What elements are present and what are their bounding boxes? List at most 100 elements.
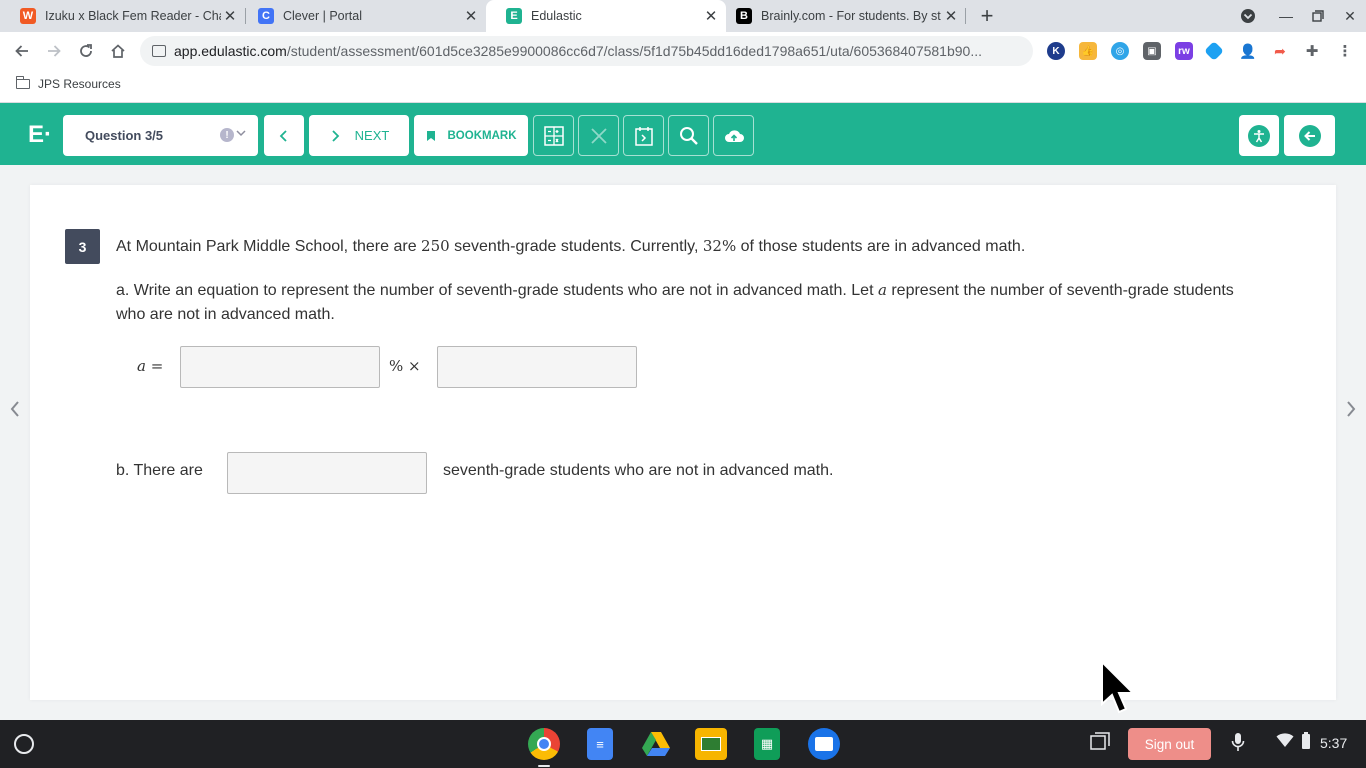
sign-out-button[interactable]: Sign out xyxy=(1128,728,1211,760)
extensions-puzzle-icon[interactable]: ✚ xyxy=(1303,42,1321,60)
bookmark-jps-resources[interactable]: JPS Resources xyxy=(15,76,121,91)
page-info-icon[interactable] xyxy=(152,45,166,57)
close-tab-icon[interactable]: ✕ xyxy=(942,7,960,25)
tab-title: Edulastic xyxy=(531,9,582,23)
edulastic-favicon-icon: E xyxy=(506,8,522,24)
tab-title: Clever | Portal xyxy=(283,9,362,23)
previous-question-arrow-icon[interactable] xyxy=(5,398,25,424)
edulastic-logo: E· xyxy=(28,121,52,148)
question-card: 3 At Mountain Park Middle School, there … xyxy=(30,185,1336,700)
next-question-arrow-icon[interactable] xyxy=(1341,398,1361,424)
previous-button[interactable] xyxy=(264,115,304,156)
question-selector[interactable]: Question 3/5 ! xyxy=(63,115,258,156)
stem-number: 250 xyxy=(421,237,450,255)
wifi-icon xyxy=(1276,732,1294,751)
part-b-text: seventh-grade students who are not in ad… xyxy=(443,462,834,479)
tab-clever[interactable]: C Clever | Portal ✕ xyxy=(238,0,486,32)
exit-button[interactable] xyxy=(1284,115,1335,156)
os-shelf: ≡ ▦ Sign out 5:37 xyxy=(0,720,1366,768)
bookmark-label: BOOKMARK xyxy=(447,129,517,142)
clock[interactable]: 5:37 xyxy=(1320,735,1347,751)
part-b-label: b. There are xyxy=(116,462,203,479)
extension-screen-icon[interactable]: ▣ xyxy=(1143,42,1161,60)
browser-menu-icon[interactable]: ⋮ xyxy=(1336,42,1354,60)
bookmark-icon xyxy=(426,130,435,141)
sheets-app-icon[interactable]: ▦ xyxy=(754,728,780,760)
battery-icon xyxy=(1301,732,1311,753)
scratchpad-button[interactable] xyxy=(623,115,664,156)
close-tab-icon[interactable]: ✕ xyxy=(462,7,480,25)
next-label: NEXT xyxy=(354,128,390,143)
calculator-button[interactable] xyxy=(533,115,574,156)
extension-person-icon[interactable]: 👤 xyxy=(1239,42,1257,60)
forward-icon[interactable] xyxy=(42,39,66,63)
stem-text: of those students are in advanced math. xyxy=(736,238,1026,255)
browser-tab-strip: W Izuku x Black Fem Reader - Chap ✕ C Cl… xyxy=(0,0,1366,32)
back-icon[interactable] xyxy=(10,39,34,63)
tab-izuku[interactable]: W Izuku x Black Fem Reader - Chap ✕ xyxy=(0,0,245,32)
close-tab-icon[interactable]: ✕ xyxy=(221,7,239,25)
drive-app-icon[interactable] xyxy=(640,728,672,760)
question-selector-label: Question 3/5 xyxy=(85,128,164,143)
part-a-text: a. Write an equation to represent the nu… xyxy=(116,282,878,299)
launcher-icon[interactable] xyxy=(14,734,34,754)
tab-brainly[interactable]: B Brainly.com - For students. By st ✕ xyxy=(716,0,966,32)
accessibility-icon xyxy=(1248,124,1270,147)
tab-title: Izuku x Black Fem Reader - Chap xyxy=(45,9,221,23)
part-b-answer-input[interactable] xyxy=(227,452,427,494)
stem-percent: 32% xyxy=(702,237,737,255)
cloud-upload-icon xyxy=(724,129,744,142)
wattpad-favicon-icon: W xyxy=(20,8,36,24)
extension-rw-icon[interactable]: rw xyxy=(1175,42,1193,60)
new-tab-button[interactable]: + xyxy=(976,3,998,28)
equation-operator: % × xyxy=(389,357,421,375)
close-window-icon[interactable]: ✕ xyxy=(1338,4,1362,28)
tab-edulastic[interactable]: E Edulastic ✕ xyxy=(486,0,726,32)
url-path: /student/assessment/601d5ce3285e9900086c… xyxy=(286,43,982,59)
docs-app-icon[interactable]: ≡ xyxy=(587,728,613,760)
tab-search-icon[interactable] xyxy=(1236,4,1260,28)
answer-eliminator-button[interactable] xyxy=(578,115,619,156)
calculator-icon xyxy=(543,125,564,146)
extension-compass-icon[interactable]: ◎ xyxy=(1111,42,1129,60)
brainly-favicon-icon: B xyxy=(736,8,752,24)
browser-toolbar: app.edulastic.com/student/assessment/601… xyxy=(0,32,1366,70)
scratchpad-icon xyxy=(634,126,653,146)
part-a-prompt: a. Write an equation to represent the nu… xyxy=(116,278,1266,327)
stem-text: At Mountain Park Middle School, there ar… xyxy=(116,238,422,255)
equation-lhs: a = xyxy=(137,357,164,375)
clever-favicon-icon: C xyxy=(258,8,274,24)
extension-diamond-icon[interactable] xyxy=(1204,41,1224,61)
home-icon[interactable] xyxy=(106,39,130,63)
active-app-indicator xyxy=(538,765,550,767)
save-button[interactable] xyxy=(713,115,754,156)
assessment-header: E· Question 3/5 ! NEXT BOOKMARK xyxy=(0,103,1366,165)
bookmark-label: JPS Resources xyxy=(38,77,121,91)
tote-icon[interactable] xyxy=(1090,732,1110,753)
chevron-right-icon xyxy=(332,129,339,142)
accessibility-button[interactable] xyxy=(1239,115,1279,156)
bookmark-button[interactable]: BOOKMARK xyxy=(414,115,528,156)
address-bar[interactable]: app.edulastic.com/student/assessment/601… xyxy=(140,36,1033,66)
next-button[interactable]: NEXT xyxy=(309,115,409,156)
microphone-icon[interactable] xyxy=(1231,732,1245,755)
url-domain: app.edulastic.com xyxy=(174,43,287,59)
extension-thumb-icon[interactable]: 👍 xyxy=(1079,42,1097,60)
percent-answer-input[interactable] xyxy=(180,346,380,388)
extension-arrow-icon[interactable]: ➦ xyxy=(1271,42,1289,60)
files-app-icon[interactable] xyxy=(808,728,840,760)
maximize-icon[interactable] xyxy=(1306,4,1330,28)
tab-title: Brainly.com - For students. By st xyxy=(761,9,941,23)
question-number-badge: 3 xyxy=(65,229,100,264)
classroom-app-icon[interactable] xyxy=(695,728,727,760)
stem-text: seventh-grade students. Currently, xyxy=(449,238,703,255)
bookmarks-bar: JPS Resources xyxy=(0,70,1366,103)
close-icon xyxy=(590,127,607,144)
chrome-app-icon[interactable] xyxy=(528,728,560,760)
reload-icon[interactable] xyxy=(74,39,98,63)
minimize-icon[interactable]: — xyxy=(1274,4,1298,28)
zoom-button[interactable] xyxy=(668,115,709,156)
extension-k-icon[interactable]: K xyxy=(1047,42,1065,60)
variable-a: a xyxy=(877,281,887,299)
total-answer-input[interactable] xyxy=(437,346,637,388)
